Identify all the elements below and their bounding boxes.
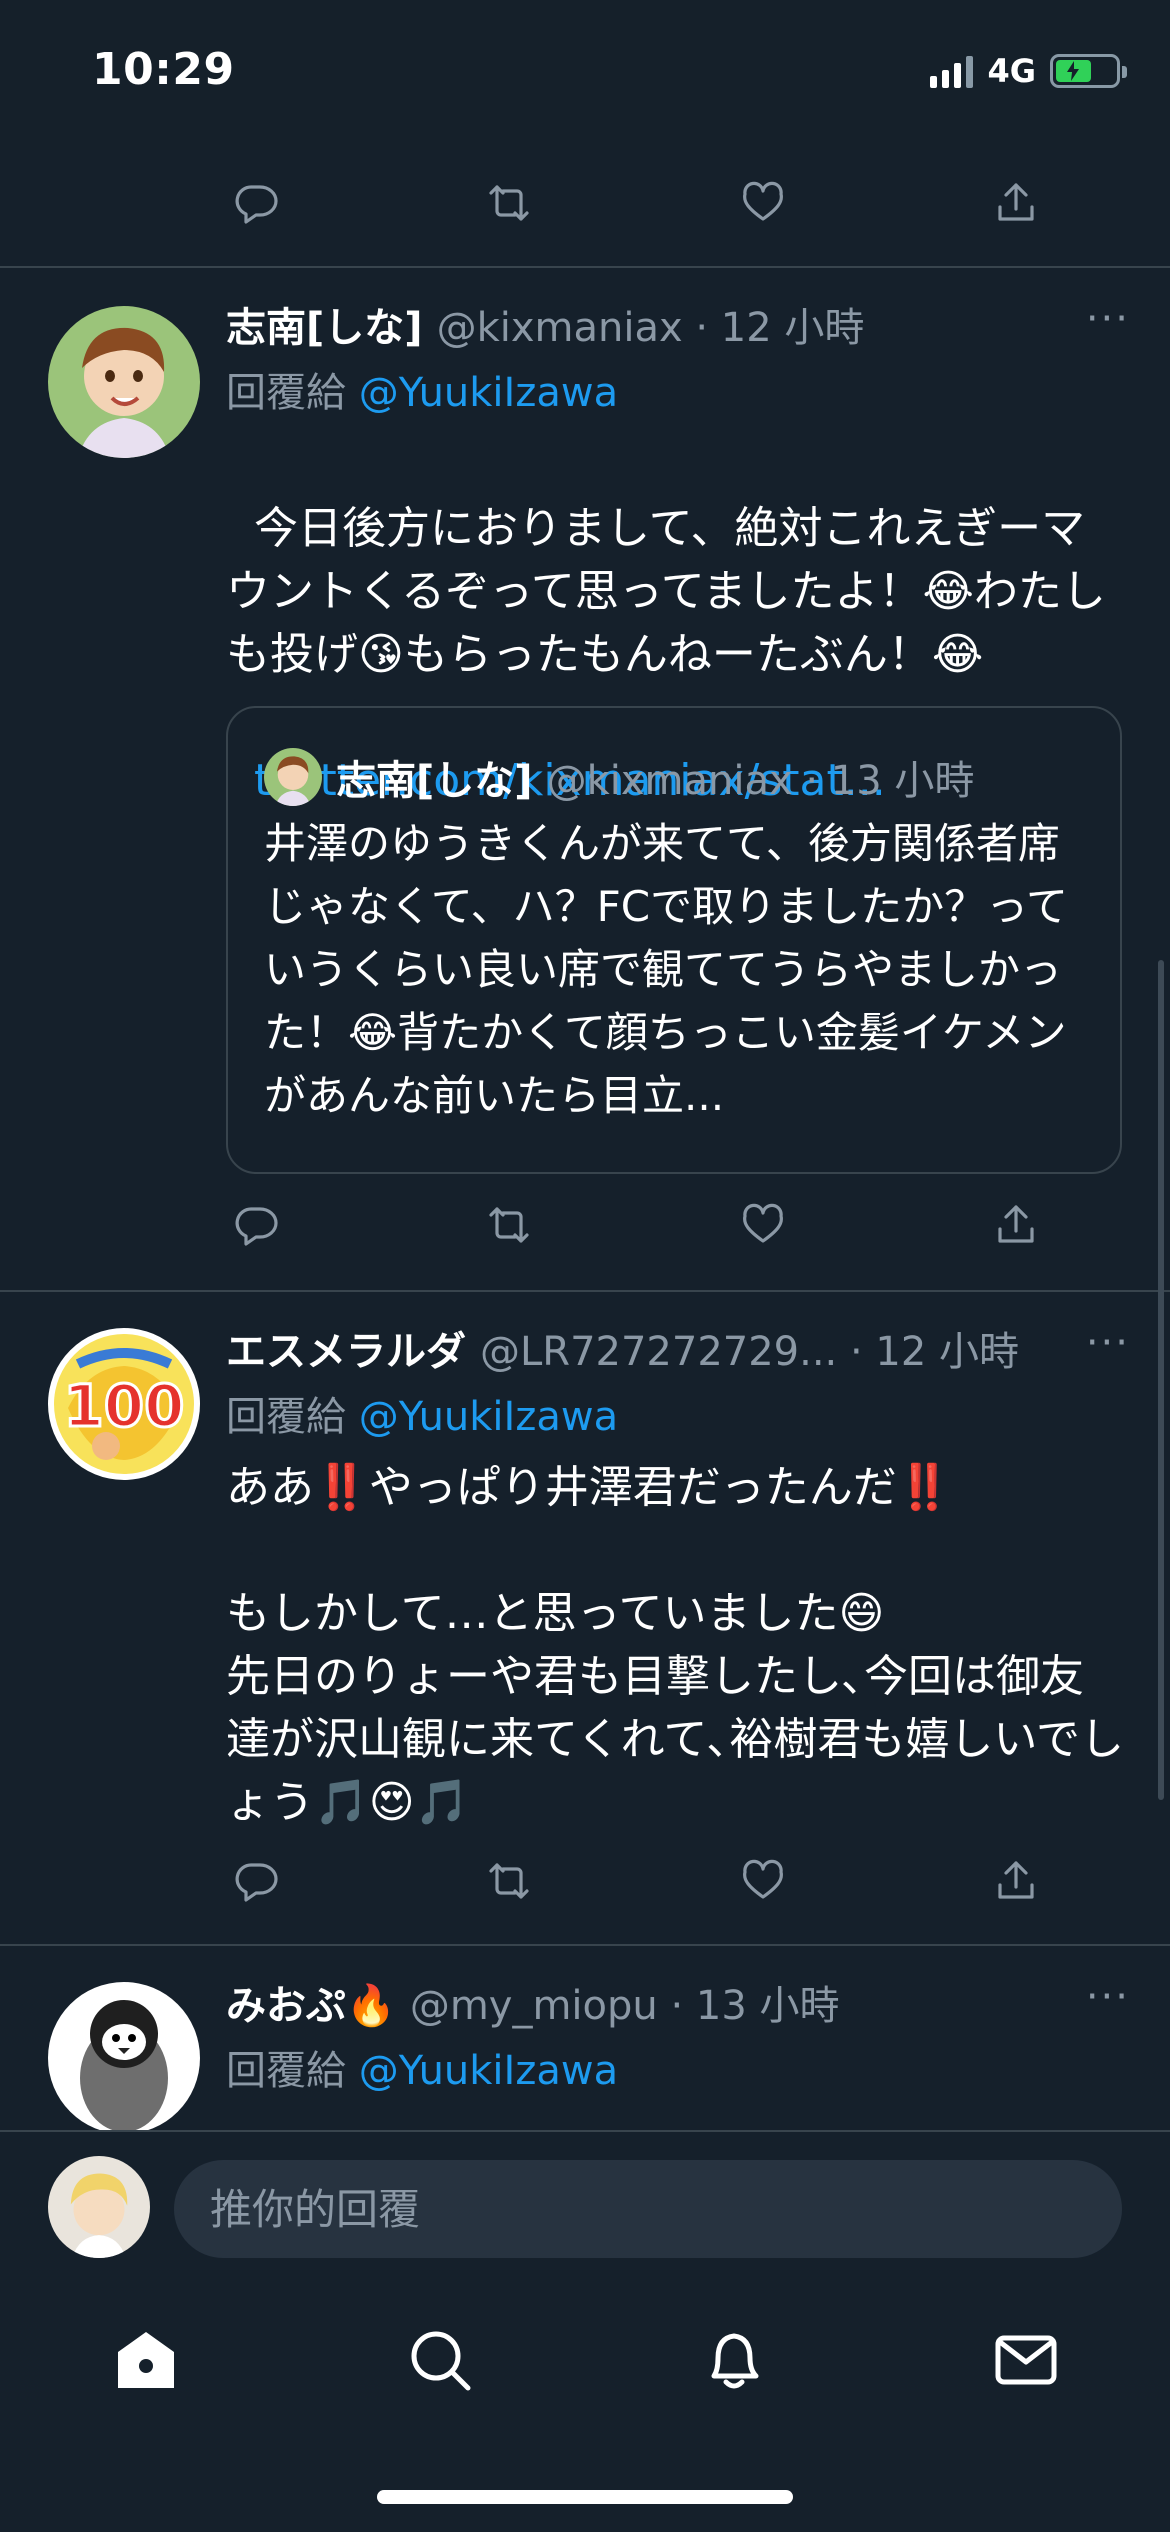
reply-mention-link[interactable]: @YuukiIzawa bbox=[359, 370, 618, 416]
tweet-actions bbox=[226, 1190, 1046, 1260]
author-handle-time: @kixmaniax · 12 小時 bbox=[436, 305, 865, 351]
home-icon bbox=[118, 2332, 174, 2388]
author-name[interactable]: 志南[しな] bbox=[226, 295, 423, 353]
home-indicator[interactable] bbox=[377, 2490, 793, 2504]
tweet-header: 志南[しな] @kixmaniax · 12 小時 bbox=[226, 294, 1126, 354]
share-icon bbox=[998, 183, 1034, 221]
tweet-actions bbox=[226, 168, 1046, 238]
retweet-button[interactable] bbox=[479, 1195, 539, 1255]
avatar[interactable]: 100 bbox=[48, 1328, 200, 1480]
divider bbox=[0, 266, 1170, 268]
status-indicators: 4G bbox=[930, 52, 1127, 90]
author-name[interactable]: エスメラルダ bbox=[226, 1319, 466, 1377]
retweet-button[interactable] bbox=[479, 173, 539, 233]
user-avatar bbox=[48, 2156, 150, 2258]
share-button[interactable] bbox=[986, 1851, 1046, 1911]
author-handle-time: @my_miopu · 13 小時 bbox=[409, 1983, 840, 2029]
quoted-author-name: 志南[しな] bbox=[336, 758, 533, 804]
quoted-tweet-text: 井澤のゆうきくんが来てて、後方関係者席じゃなくて、ハ？FCで取りましたか？ってい… bbox=[264, 819, 1069, 1120]
tab-messages[interactable] bbox=[986, 2320, 1066, 2400]
reply-icon bbox=[235, 1863, 278, 1902]
share-button[interactable] bbox=[986, 1195, 1046, 1255]
svg-text:100: 100 bbox=[63, 1372, 184, 1440]
quoted-tweet[interactable]: 志南[しな] @kixmaniax · 13 小時 井澤のゆうきくんが来てて、後… bbox=[226, 706, 1122, 1174]
reply-icon bbox=[235, 1207, 278, 1246]
divider bbox=[0, 1290, 1170, 1292]
like-button[interactable] bbox=[733, 1195, 793, 1255]
messages-icon bbox=[995, 2335, 1057, 2385]
author-handle-time: @LR727272729... · 12 小時 bbox=[480, 1329, 1020, 1375]
like-icon bbox=[742, 181, 783, 221]
tweet-text: ああ‼️やっぱり井澤君だったんだ‼️ もしかして…と思っていました😄 先日のりょ… bbox=[226, 1462, 1125, 1828]
reply-icon bbox=[235, 185, 278, 224]
reply-to-line: 回覆給 @YuukiIzawa bbox=[226, 2038, 618, 2096]
reply-to-line: 回覆給 @YuukiIzawa bbox=[226, 360, 618, 418]
like-button[interactable] bbox=[733, 1851, 793, 1911]
tweet-header: みおぷ🔥 @my_miopu · 13 小時 bbox=[226, 1972, 1126, 2032]
status-bar: 10:29 4G bbox=[0, 0, 1170, 150]
quoted-tweet-header: 志南[しな] @kixmaniax · 13 小時 bbox=[264, 748, 974, 806]
more-options-button[interactable]: ··· bbox=[1086, 1974, 1130, 2020]
like-button[interactable] bbox=[733, 173, 793, 233]
more-options-button[interactable]: ··· bbox=[1086, 296, 1130, 342]
divider bbox=[0, 1944, 1170, 1946]
battery-icon bbox=[1050, 54, 1127, 88]
like-icon bbox=[742, 1203, 783, 1243]
network-type: 4G bbox=[987, 52, 1036, 90]
share-icon bbox=[998, 1205, 1034, 1243]
retweet-icon bbox=[489, 185, 529, 221]
reply-prefix: 回覆給 bbox=[226, 370, 359, 416]
tweet-header: エスメラルダ @LR727272729... · 12 小時 bbox=[226, 1318, 1126, 1378]
reply-button[interactable] bbox=[226, 1851, 286, 1911]
more-options-button[interactable]: ··· bbox=[1086, 1320, 1130, 1366]
reply-composer bbox=[0, 2130, 1170, 2270]
tab-notifications[interactable] bbox=[694, 2320, 774, 2400]
tweet-actions bbox=[226, 1846, 1046, 1916]
quoted-avatar bbox=[264, 748, 322, 806]
search-icon bbox=[411, 2331, 471, 2391]
author-name[interactable]: みおぷ🔥 bbox=[226, 1973, 396, 2031]
retweet-button[interactable] bbox=[479, 1851, 539, 1911]
tweet-text-content: 今日後方におりまして、絶対これえぎーマウントくるぞって思ってましたよ！😂わたしも… bbox=[226, 503, 1106, 680]
status-time: 10:29 bbox=[92, 44, 235, 95]
signal-icon bbox=[930, 54, 974, 88]
reply-prefix: 回覆給 bbox=[226, 1394, 359, 1440]
reply-prefix: 回覆給 bbox=[226, 2048, 359, 2094]
avatar[interactable] bbox=[48, 306, 200, 458]
reply-mention-link[interactable]: @YuukiIzawa bbox=[359, 1394, 618, 1440]
reply-button[interactable] bbox=[226, 1195, 286, 1255]
tab-home[interactable] bbox=[106, 2320, 186, 2400]
reply-button[interactable] bbox=[226, 173, 286, 233]
share-button[interactable] bbox=[986, 173, 1046, 233]
retweet-icon bbox=[489, 1207, 529, 1243]
notifications-icon bbox=[711, 2333, 759, 2389]
scrollbar[interactable] bbox=[1158, 960, 1164, 1800]
quoted-author-handle-time: @kixmaniax · 13 小時 bbox=[546, 758, 975, 804]
reply-to-line: 回覆給 @YuukiIzawa bbox=[226, 1384, 618, 1442]
avatar[interactable] bbox=[48, 1982, 200, 2134]
reply-mention-link[interactable]: @YuukiIzawa bbox=[359, 2048, 618, 2094]
tab-search[interactable] bbox=[400, 2320, 480, 2400]
share-icon bbox=[998, 1861, 1034, 1899]
retweet-icon bbox=[489, 1863, 529, 1899]
reply-input[interactable] bbox=[174, 2160, 1122, 2258]
like-icon bbox=[742, 1859, 783, 1899]
